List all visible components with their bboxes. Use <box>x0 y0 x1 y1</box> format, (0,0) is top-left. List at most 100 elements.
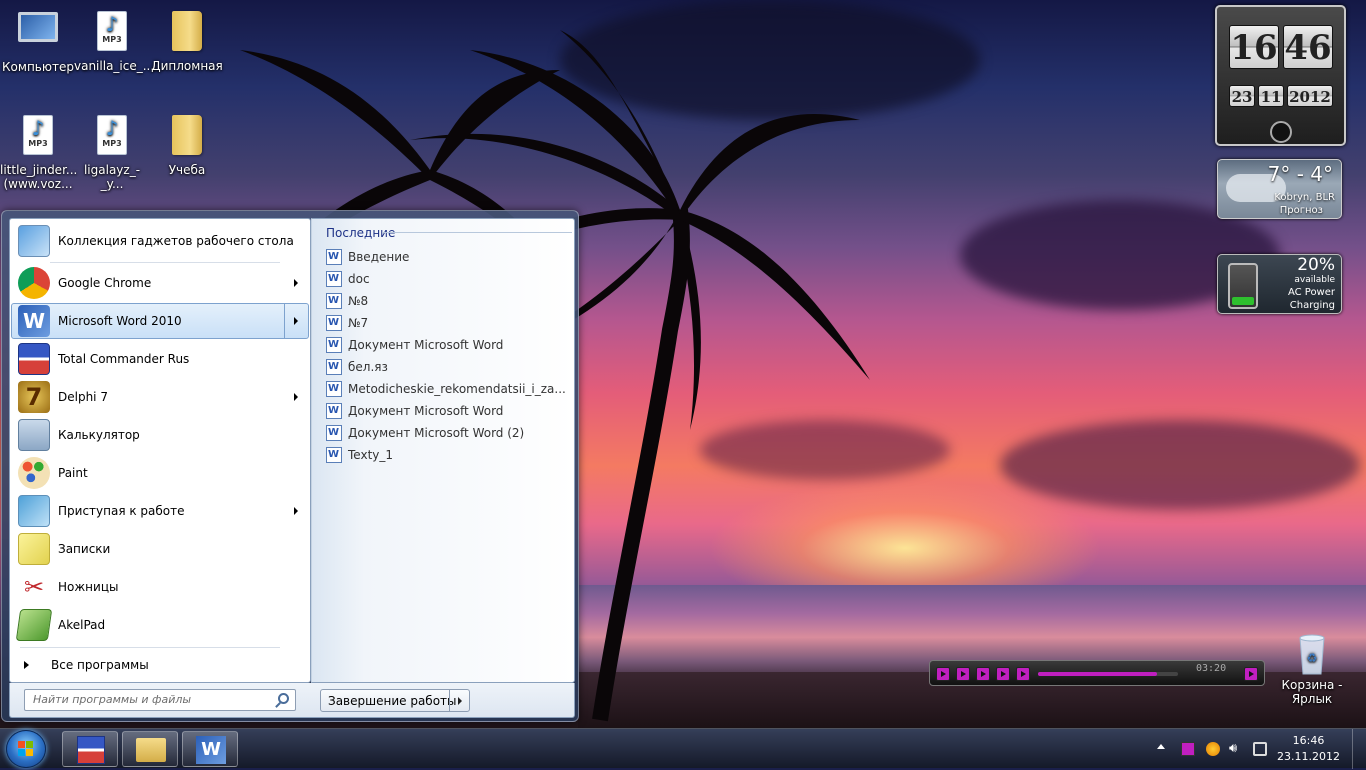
search-input[interactable]: Найти программы и файлы <box>24 689 296 711</box>
seek-bar[interactable] <box>1038 672 1178 676</box>
recent-item[interactable]: Введение <box>326 246 409 268</box>
all-programs[interactable]: Все программы <box>20 653 300 677</box>
weather-gadget[interactable]: 7° - 4° Kobryn, BLR Прогноз <box>1217 159 1342 219</box>
desktop-icon-mp3[interactable]: ♪ MP3 little_jinder... (www.voz... <box>0 112 77 191</box>
weather-location: Kobryn, BLR <box>1274 192 1335 203</box>
mp3-file-icon: ♪ MP3 <box>97 115 127 155</box>
play-button[interactable] <box>936 667 950 681</box>
sticky-notes-icon <box>18 533 50 565</box>
paint-palette-icon <box>18 457 50 489</box>
program-label: AkelPad <box>58 618 106 632</box>
battery-fill <box>1232 296 1254 305</box>
taskbar-date: 23.11.2012 <box>1277 750 1340 763</box>
program-total-commander[interactable]: Total Commander Rus <box>11 341 309 377</box>
previous-button[interactable] <box>976 667 990 681</box>
taskbar-clock[interactable]: 16:46 23.11.2012 <box>1277 733 1340 765</box>
svg-text:♻: ♻ <box>1307 651 1318 665</box>
desktop-icon-computer[interactable]: Компьютер <box>0 8 76 74</box>
program-delphi[interactable]: 7 Delphi 7 <box>11 379 309 415</box>
desktop-icon-mp3[interactable]: ♪ MP3 vanilla_ice_... <box>74 8 154 73</box>
recent-item[interactable]: №7 <box>326 312 368 334</box>
recent-item[interactable]: №8 <box>326 290 368 312</box>
shutdown-button[interactable]: Завершение работы <box>320 689 470 712</box>
start-button[interactable] <box>6 730 46 768</box>
clock-knob-icon <box>1270 121 1292 143</box>
program-paint[interactable]: Paint <box>11 455 309 491</box>
submenu-arrow-icon <box>294 317 298 325</box>
volume-icon[interactable]: 🔊︎ <box>1229 742 1243 756</box>
program-google-chrome[interactable]: Google Chrome <box>11 265 309 301</box>
desktop-icon-mp3[interactable]: ♪ MP3 ligalayz_-_y... <box>74 112 150 191</box>
shutdown-options-arrow-icon[interactable] <box>449 690 469 711</box>
recent-item[interactable]: бел.яз <box>326 356 388 378</box>
recent-item[interactable]: Документ Microsoft Word <box>326 400 503 422</box>
recent-item[interactable]: doc <box>326 268 370 290</box>
program-calculator[interactable]: Калькулятор <box>11 417 309 453</box>
seek-fill <box>1038 672 1157 676</box>
word-document-icon <box>326 447 342 463</box>
floppy-disk-icon <box>18 343 50 375</box>
taskbar-word[interactable]: W <box>182 731 238 767</box>
getting-started-icon <box>18 495 50 527</box>
delphi-icon: 7 <box>18 381 50 413</box>
desktop-icon-label-line2: Ярлык <box>1291 692 1333 706</box>
word-document-icon <box>326 293 342 309</box>
program-label: Delphi 7 <box>58 390 108 404</box>
program-akelpad[interactable]: AkelPad <box>11 607 309 643</box>
desktop-icon-folder[interactable]: Дипломная <box>149 8 225 73</box>
recent-item[interactable]: Документ Microsoft Word <box>326 334 503 356</box>
battery-status: available <box>1294 275 1335 285</box>
word-document-icon <box>326 249 342 265</box>
separator <box>382 232 572 233</box>
clock-month: 11 <box>1258 85 1284 107</box>
recent-header: Последние <box>326 226 396 240</box>
clock-day: 23 <box>1229 85 1255 107</box>
pause-button[interactable] <box>956 667 970 681</box>
recent-item-label: Metodicheskie_rekomendatsii_i_za... <box>348 382 566 396</box>
power-icon[interactable] <box>1253 742 1267 756</box>
player-time: 03:20 <box>1196 663 1227 674</box>
next-button[interactable] <box>996 667 1010 681</box>
program-sticky-notes[interactable]: Записки <box>11 531 309 567</box>
word-document-icon <box>326 359 342 375</box>
taskbar: W 🔊︎ 16:46 23.11.2012 <box>0 728 1366 769</box>
weather-temp: 7° - 4° <box>1267 162 1333 186</box>
media-player-tray-icon[interactable] <box>1181 742 1195 756</box>
weather-forecast-link[interactable]: Прогноз <box>1280 205 1323 216</box>
desktop-icon-recycle-bin[interactable]: ♻ Корзина - Ярлык <box>1274 630 1350 706</box>
word-icon: W <box>196 736 226 764</box>
separator <box>50 262 280 263</box>
show-hidden-icons-icon[interactable] <box>1157 744 1165 749</box>
recent-item-label: №8 <box>348 294 369 308</box>
battery-power: AC Power <box>1287 287 1335 298</box>
playlist-button[interactable] <box>1244 667 1258 681</box>
stop-button[interactable] <box>1016 667 1030 681</box>
program-label: Приступая к работе <box>58 504 185 518</box>
folder-icon <box>172 11 202 51</box>
media-player-gadget[interactable]: 03:20 <box>929 660 1265 686</box>
taskbar-explorer[interactable] <box>122 731 178 767</box>
desktop-icon-label: Учеба <box>168 163 206 177</box>
program-label: Total Commander Rus <box>58 352 190 366</box>
program-gadgets[interactable]: Коллекция гаджетов рабочего стола <box>11 223 309 259</box>
taskbar-total-commander[interactable] <box>62 731 118 767</box>
program-label: Записки <box>58 542 111 556</box>
akelpad-icon <box>15 609 53 641</box>
battery-gadget[interactable]: 20% available AC Power Charging <box>1217 254 1342 314</box>
antivirus-tray-icon[interactable] <box>1206 742 1220 756</box>
calculator-icon <box>18 419 50 451</box>
program-getting-started[interactable]: Приступая к работе <box>11 493 309 529</box>
clock-gadget[interactable]: 16 46 23 11 2012 <box>1215 5 1346 146</box>
folder-icon <box>172 115 202 155</box>
recent-item[interactable]: Metodicheskie_rekomendatsii_i_za... <box>326 378 566 400</box>
battery-percent: 20% <box>1297 255 1335 275</box>
recent-item-label: Документ Microsoft Word <box>348 338 504 352</box>
program-snipping-tool[interactable]: ✂ Ножницы <box>11 569 309 605</box>
show-desktop-button[interactable] <box>1352 729 1366 769</box>
desktop-icon-folder[interactable]: Учеба <box>149 112 225 177</box>
recent-item[interactable]: Документ Microsoft Word (2) <box>326 422 524 444</box>
recent-item[interactable]: Texty_1 <box>326 444 393 466</box>
desktop-icon-label: Дипломная <box>151 59 223 73</box>
program-microsoft-word[interactable]: W Microsoft Word 2010 <box>11 303 309 339</box>
separator <box>20 647 280 648</box>
